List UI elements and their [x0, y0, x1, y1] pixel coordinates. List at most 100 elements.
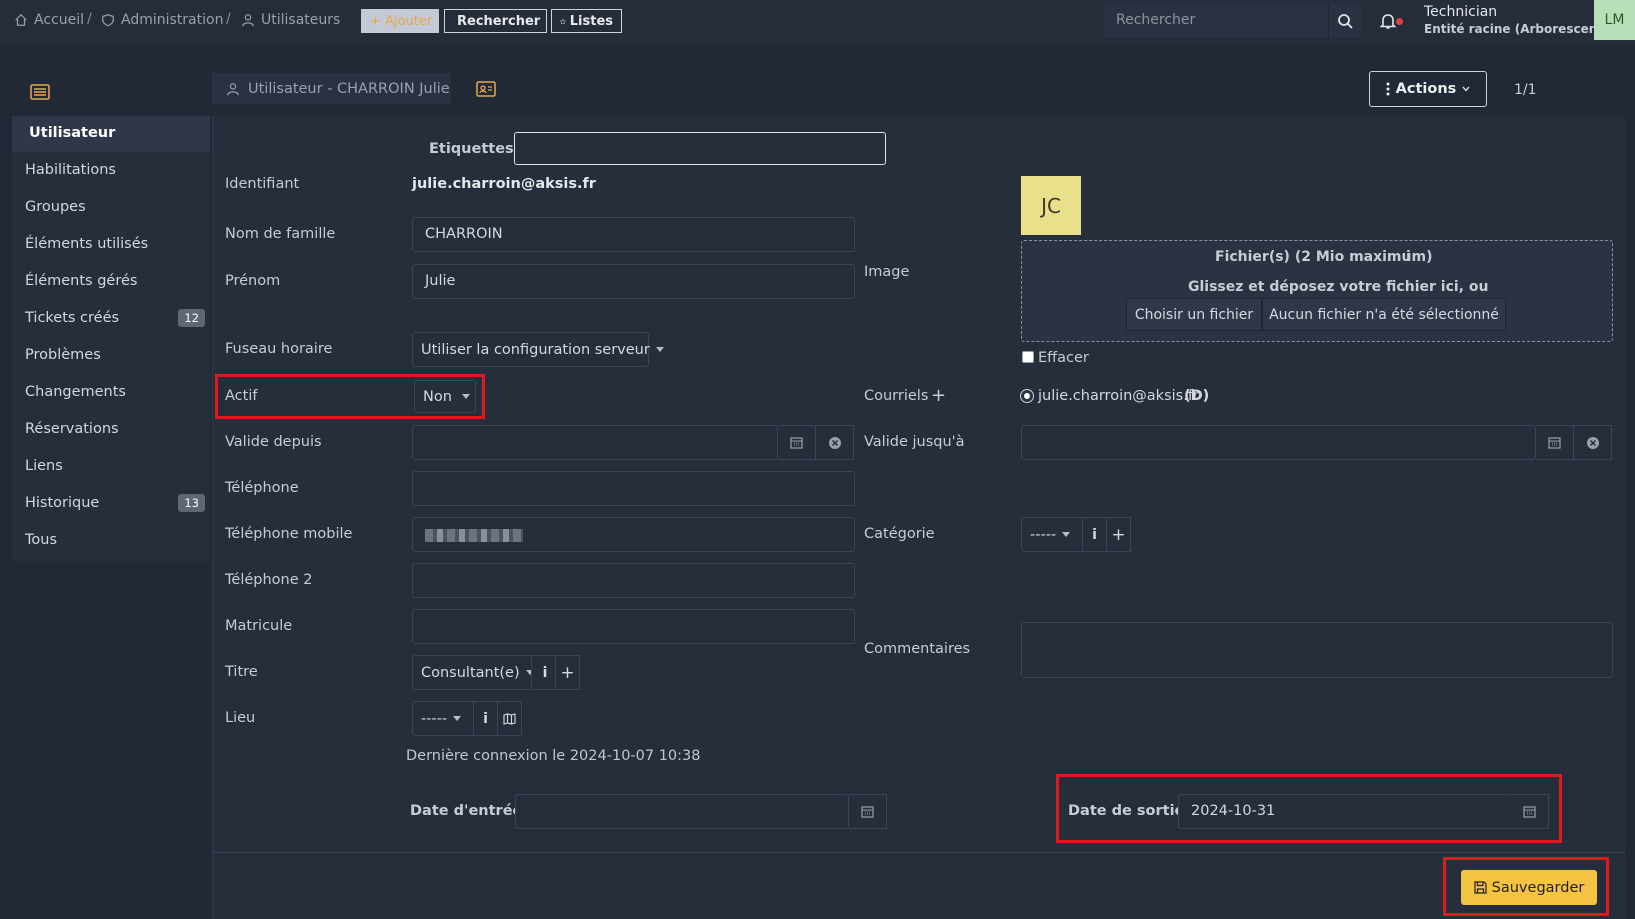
telephone-label: Téléphone: [225, 480, 299, 496]
actions-button[interactable]: Actions: [1369, 71, 1487, 107]
calendar-icon[interactable]: [778, 425, 816, 460]
sidebar-item-tickets-crees[interactable]: Tickets créés 12: [12, 301, 210, 337]
notifications-bell-icon[interactable]: [1378, 11, 1403, 33]
date-entree-input[interactable]: [515, 794, 849, 829]
breadcrumb-admin[interactable]: Administration: [101, 12, 223, 28]
sidebar-item-historique[interactable]: Historique 13: [12, 486, 210, 522]
more-vertical-icon: [1386, 82, 1390, 96]
telephone-input[interactable]: [412, 471, 855, 506]
sidebar-item-elements-utilises[interactable]: Éléments utilisés: [12, 227, 210, 263]
etiquettes-input[interactable]: [514, 132, 886, 165]
categorie-select[interactable]: -----: [1021, 517, 1084, 552]
tab-user-label: Utilisateur - CHARROIN Julie: [248, 80, 450, 97]
user-profile-entity[interactable]: Entité racine (Arborescence): [1424, 22, 1618, 36]
email-value: julie.charroin@aksis.fr: [1038, 388, 1199, 404]
date-sortie-input[interactable]: 2024-10-31: [1178, 794, 1512, 829]
choose-file-button[interactable]: Choisir un fichier: [1126, 298, 1262, 331]
pager: 1/1: [1514, 82, 1537, 98]
actif-select-value: Non: [423, 388, 452, 405]
sidebar-item-changements[interactable]: Changements: [12, 375, 210, 411]
search-icon: [1338, 13, 1353, 29]
no-file-selected-text: Aucun fichier n'a été sélectionné: [1262, 298, 1506, 331]
titre-select[interactable]: Consultant(e): [412, 655, 534, 690]
lists-button[interactable]: Listes: [551, 9, 622, 33]
prenom-label: Prénom: [225, 273, 281, 289]
calendar-icon[interactable]: [849, 794, 887, 829]
effacer-checkbox[interactable]: [1022, 351, 1034, 363]
clear-icon[interactable]: [816, 425, 854, 460]
commentaires-label: Commentaires: [864, 641, 971, 657]
sidebar-item-problemes[interactable]: Problèmes: [12, 338, 210, 374]
last-login-text: Dernière connexion le 2024-10-07 10:38: [406, 748, 701, 764]
sidebar-item-tous[interactable]: Tous: [12, 523, 210, 559]
id-card-icon[interactable]: [476, 81, 496, 101]
user-picture: JC: [1021, 176, 1081, 235]
lieu-label: Lieu: [225, 710, 256, 726]
email-default-marker: (D): [1184, 388, 1210, 404]
map-icon[interactable]: [497, 701, 522, 736]
info-icon[interactable]: i: [1082, 517, 1107, 552]
sidebar-item-reservations[interactable]: Réservations: [12, 412, 210, 448]
commentaires-textarea[interactable]: [1021, 622, 1613, 678]
actif-select[interactable]: Non: [414, 380, 476, 413]
clear-icon[interactable]: [1574, 425, 1612, 460]
mobile-input[interactable]: [412, 517, 855, 552]
sidebar-item-label: Liens: [25, 458, 63, 474]
sidebar-item-label: Réservations: [25, 421, 119, 437]
chevron-down-icon: [1462, 86, 1470, 92]
save-button[interactable]: Sauvegarder: [1461, 870, 1597, 905]
add-button-label: + Ajouter: [370, 13, 433, 29]
valide-jusqua-input[interactable]: [1021, 425, 1536, 460]
sidebar-item-habilitations[interactable]: Habilitations: [12, 153, 210, 189]
avatar[interactable]: LM: [1594, 0, 1635, 40]
sidebar-item-label: Groupes: [25, 199, 86, 215]
shield-icon: [102, 14, 114, 27]
fuseau-select[interactable]: Utiliser la configuration serveur: [412, 332, 664, 367]
search-button-label: Rechercher: [457, 13, 541, 29]
global-search-button[interactable]: [1328, 3, 1361, 38]
user-profile-name[interactable]: Technician: [1424, 4, 1497, 20]
sidebar-item-elements-geres[interactable]: Éléments gérés: [12, 264, 210, 300]
actions-button-label: Actions: [1395, 81, 1457, 97]
caret-down-icon: [655, 347, 664, 352]
add-email-plus-icon[interactable]: +: [931, 385, 946, 406]
lists-button-label: Listes: [569, 13, 613, 29]
info-icon[interactable]: i: [473, 701, 498, 736]
global-search-input[interactable]: Rechercher: [1104, 3, 1328, 38]
valide-depuis-input[interactable]: [412, 425, 778, 460]
add-button[interactable]: + Ajouter: [361, 9, 439, 33]
breadcrumb-home[interactable]: Accueil: [14, 12, 84, 28]
sidebar-item-label: Éléments utilisés: [25, 236, 149, 252]
matricule-label: Matricule: [225, 618, 293, 634]
effacer-label: Effacer: [1038, 350, 1089, 366]
plus-icon[interactable]: +: [1106, 517, 1131, 552]
default-email-radio[interactable]: [1021, 390, 1033, 402]
prenom-field[interactable]: Julie: [412, 264, 855, 299]
sidebar-item-groupes[interactable]: Groupes: [12, 190, 210, 226]
valide-depuis-label: Valide depuis: [225, 434, 322, 450]
lieu-select[interactable]: -----: [412, 701, 476, 736]
categorie-select-value: -----: [1030, 526, 1057, 543]
matricule-input[interactable]: [412, 609, 855, 644]
nom-label: Nom de famille: [225, 226, 336, 242]
star-icon: [560, 18, 566, 24]
top-bar: Accueil / Administration / Utilisateurs …: [0, 0, 1635, 44]
telephone2-input[interactable]: [412, 563, 855, 598]
form-divider: [212, 852, 1625, 853]
save-icon: [1474, 881, 1487, 894]
calendar-icon[interactable]: [1536, 425, 1574, 460]
sidebar-item-liens[interactable]: Liens: [12, 449, 210, 485]
breadcrumb-home-label: Accueil: [34, 12, 84, 28]
sidebar-item-utilisateur[interactable]: Utilisateur: [12, 116, 210, 152]
nom-field[interactable]: CHARROIN: [412, 217, 855, 252]
breadcrumb-users[interactable]: Utilisateurs: [241, 12, 340, 28]
breadcrumb-admin-label: Administration: [121, 12, 224, 28]
breadcrumb-separator: /: [226, 11, 231, 27]
count-badge: 12: [178, 309, 205, 327]
tab-user[interactable]: Utilisateur - CHARROIN Julie: [212, 73, 451, 104]
list-view-icon[interactable]: [30, 84, 50, 104]
search-button[interactable]: Rechercher: [444, 9, 547, 33]
calendar-icon[interactable]: [1511, 794, 1549, 829]
fuseau-select-value: Utiliser la configuration serveur: [421, 341, 650, 358]
plus-icon[interactable]: +: [555, 655, 580, 690]
